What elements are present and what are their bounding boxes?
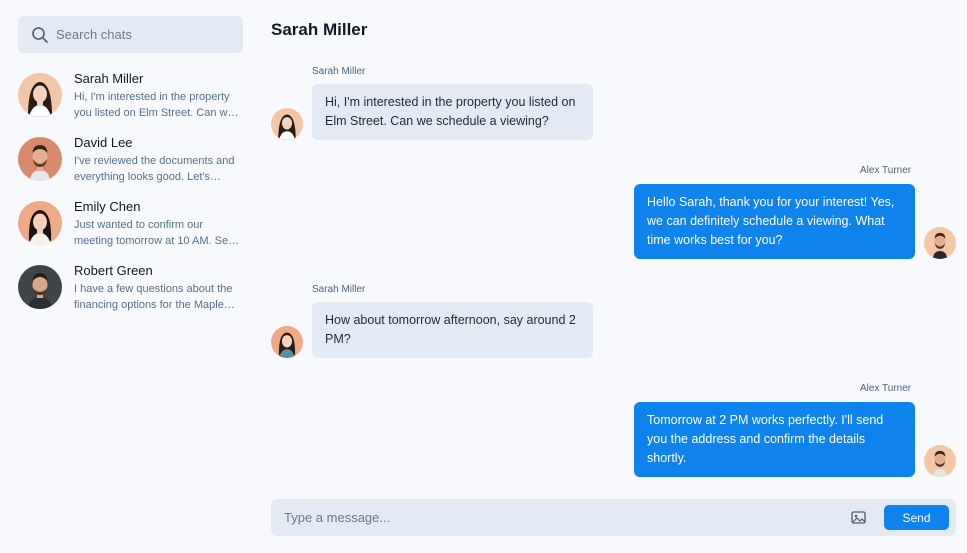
image-icon[interactable] <box>851 510 866 525</box>
message-bubble-outgoing: Tomorrow at 2 PM works perfectly. I'll s… <box>634 402 915 477</box>
message-bubble-outgoing: Hello Sarah, thank you for your interest… <box>634 184 915 259</box>
conversation-preview: I've reviewed the documents and everythi… <box>74 155 235 183</box>
conversation-item[interactable]: Robert Green I have a few questions abou… <box>18 262 248 326</box>
conversation-list: Sarah Miller Hi, I'm interested in the p… <box>18 70 248 326</box>
avatar <box>18 201 62 245</box>
sidebar: Search chats Sarah Miller Hi, I'm intere… <box>0 0 258 553</box>
conversation-name: Sarah Miller <box>74 71 144 86</box>
message-sender: Sarah Miller <box>312 284 366 295</box>
message-sender: Alex Turner <box>860 383 912 394</box>
avatar <box>924 445 956 477</box>
avatar <box>924 227 956 259</box>
avatar <box>271 108 303 140</box>
send-button[interactable]: Send <box>884 505 949 530</box>
message-bubble-incoming: Hi, I'm interested in the property you l… <box>312 84 593 140</box>
avatar <box>271 326 303 358</box>
search-input[interactable]: Search chats <box>56 27 132 42</box>
message-bubble-incoming: How about tomorrow afternoon, say around… <box>312 302 593 358</box>
conversation-item[interactable]: Sarah Miller Hi, I'm interested in the p… <box>18 70 248 134</box>
message-composer: Send <box>271 499 956 536</box>
conversation-name: David Lee <box>74 135 133 150</box>
conversation-name: Robert Green <box>74 263 153 278</box>
search-bar[interactable]: Search chats <box>18 16 243 53</box>
conversation-preview: I have a few questions about the financi… <box>74 283 233 311</box>
avatar <box>18 265 62 309</box>
conversation-name: Emily Chen <box>74 199 141 214</box>
avatar <box>18 137 62 181</box>
message-sender: Alex Turner <box>860 165 912 176</box>
search-icon <box>32 26 48 43</box>
message-input[interactable] <box>271 499 831 536</box>
conversation-preview: Hi, I'm interested in the property you l… <box>74 91 234 119</box>
conversation-item[interactable]: Emily Chen Just wanted to confirm our me… <box>18 198 248 262</box>
conversation-preview: Just wanted to confirm our meeting tomor… <box>74 219 235 247</box>
message-sender: Sarah Miller <box>312 66 366 77</box>
conversation-item[interactable]: David Lee I've reviewed the documents an… <box>18 134 248 198</box>
avatar <box>18 73 62 117</box>
chat-title: Sarah Miller <box>271 20 368 39</box>
